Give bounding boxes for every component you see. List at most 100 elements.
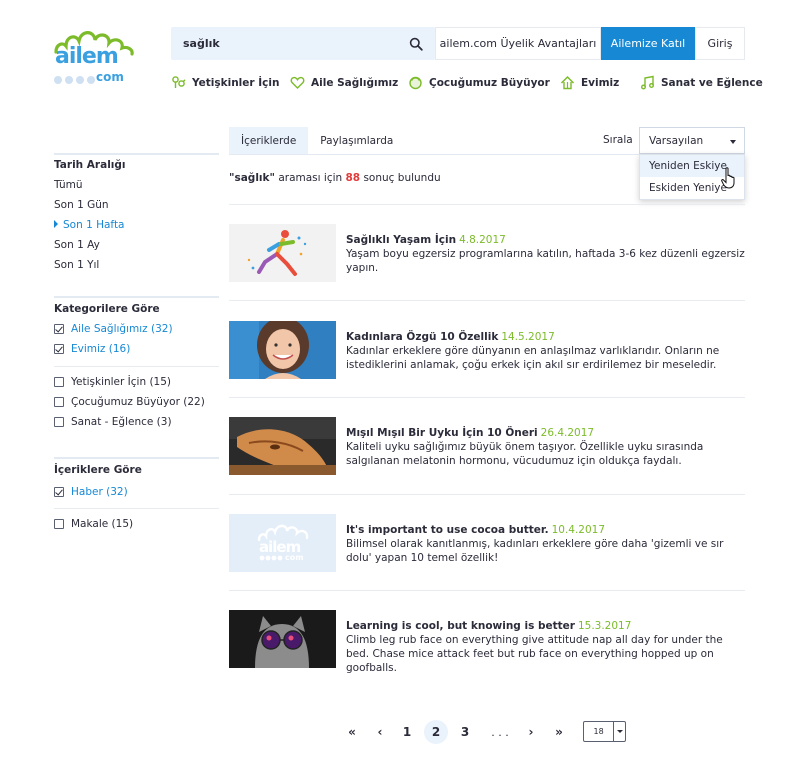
first-page-button[interactable]: « bbox=[340, 720, 364, 744]
result-count: "sağlık" araması için 88 sonuç bulundu bbox=[229, 172, 441, 184]
page-button-2[interactable]: 2 bbox=[424, 720, 448, 744]
item-divider bbox=[229, 494, 745, 495]
content-news[interactable]: Haber (32) bbox=[54, 486, 128, 498]
result-title-text: Mışıl Mışıl Bir Uyku İçin 10 Öneri bbox=[346, 427, 538, 439]
date-filter-1-day[interactable]: Son 1 Gün bbox=[54, 199, 109, 211]
sort-select[interactable]: Varsayılan bbox=[639, 127, 745, 154]
date-filter-1-year[interactable]: Son 1 Yıl bbox=[54, 259, 99, 271]
nav-label: Yetişkinler İçin bbox=[192, 76, 280, 89]
date-filter-1-month[interactable]: Son 1 Ay bbox=[54, 239, 100, 251]
checkbox-label: Çocuğumuz Büyüyor (22) bbox=[71, 396, 205, 408]
join-button[interactable]: Ailemize Katıl bbox=[601, 27, 695, 60]
result-item[interactable]: ailem com It's important to use cocoa bu… bbox=[229, 514, 745, 574]
nav-label: Sanat ve Eğlence bbox=[661, 76, 763, 89]
checkbox[interactable] bbox=[54, 324, 64, 334]
category-adults[interactable]: Yetişkinler İçin (15) bbox=[54, 376, 171, 388]
content-filter-title: İçeriklere Göre bbox=[54, 464, 142, 476]
membership-advantages-button[interactable]: ailem.com Üyelik Avantajları bbox=[435, 27, 601, 60]
sidebar-divider bbox=[54, 296, 219, 298]
checkbox-label: Evimiz (16) bbox=[71, 343, 131, 355]
result-item[interactable]: Sağlıklı Yaşam İçin 4.8.2017 Yaşam boyu e… bbox=[229, 224, 745, 284]
date-filter-label: Son 1 Hafta bbox=[63, 219, 125, 231]
page-button-3[interactable]: 3 bbox=[453, 720, 477, 744]
checkbox[interactable] bbox=[54, 487, 64, 497]
checkbox-label: Haber (32) bbox=[71, 486, 128, 498]
results-divider bbox=[229, 204, 745, 205]
nav-item-art-entertainment[interactable]: Sanat ve Eğlence bbox=[640, 75, 763, 90]
result-thumbnail[interactable] bbox=[229, 321, 336, 379]
result-title[interactable]: Mışıl Mışıl Bir Uyku İçin 10 Öneri 26.4.2… bbox=[346, 427, 594, 439]
per-page-select[interactable]: 18 bbox=[583, 721, 626, 742]
checkbox-label: Yetişkinler İçin (15) bbox=[71, 376, 172, 388]
checkbox-label: Aile Sağlığımız (32) bbox=[71, 323, 173, 335]
result-date: 4.8.2017 bbox=[459, 234, 506, 246]
result-description: Kadınlar erkeklere göre dünyanın en anla… bbox=[346, 345, 720, 371]
prev-page-button[interactable]: ‹ bbox=[368, 720, 392, 744]
tab-contents[interactable]: İçeriklerde bbox=[229, 127, 309, 154]
item-divider bbox=[229, 590, 745, 591]
site-logo[interactable]: ailem com bbox=[54, 28, 134, 88]
checkbox[interactable] bbox=[54, 377, 64, 387]
result-item[interactable]: Kadınlara Özgü 10 Özellik 14.5.2017 Kadın… bbox=[229, 321, 745, 381]
page-ellipsis: . . . bbox=[491, 725, 509, 739]
placeholder-logo-subtext: com bbox=[285, 553, 304, 562]
date-filter-all[interactable]: Tümü bbox=[54, 179, 83, 191]
adults-icon bbox=[172, 76, 186, 88]
result-date: 15.3.2017 bbox=[577, 620, 632, 632]
result-thumbnail[interactable] bbox=[229, 610, 336, 668]
hand-cursor-icon bbox=[721, 167, 735, 189]
category-family-health[interactable]: Aile Sağlığımız (32) bbox=[54, 323, 173, 335]
checkbox[interactable] bbox=[54, 519, 64, 529]
chevron-down-icon bbox=[613, 722, 625, 741]
main-nav: Yetişkinler İçin Aile Sağlığımız Çocuğum… bbox=[170, 75, 763, 93]
sort-label: Sırala bbox=[603, 134, 633, 146]
result-thumbnail[interactable] bbox=[229, 224, 336, 282]
cat-with-glasses-image-icon bbox=[229, 610, 336, 668]
search-icon[interactable] bbox=[409, 37, 423, 51]
result-title[interactable]: It's important to use cocoa butter. 10.4.… bbox=[346, 524, 605, 536]
item-divider bbox=[229, 397, 745, 398]
result-description: Climb leg rub face on everything give at… bbox=[346, 634, 723, 674]
result-item[interactable]: Learning is cool, but knowing is better 1… bbox=[229, 610, 745, 674]
next-page-button[interactable]: › bbox=[519, 720, 543, 744]
category-art-entertainment[interactable]: Sanat - Eğlence (3) bbox=[54, 416, 172, 428]
nav-item-child-growing[interactable]: Çocuğumuz Büyüyor bbox=[408, 75, 550, 90]
runner-image-icon bbox=[229, 224, 336, 282]
sidebar-divider bbox=[54, 457, 219, 459]
search-input[interactable]: sağlık bbox=[183, 37, 409, 50]
result-title-text: Sağlıklı Yaşam İçin bbox=[346, 234, 457, 246]
sort-selected-value: Varsayılan bbox=[649, 134, 704, 147]
sidebar-divider bbox=[54, 153, 219, 155]
result-title[interactable]: Sağlıklı Yaşam İçin 4.8.2017 bbox=[346, 234, 506, 246]
result-query: "sağlık" bbox=[229, 172, 275, 184]
result-date: 14.5.2017 bbox=[501, 331, 555, 343]
category-child-growing[interactable]: Çocuğumuz Büyüyor (22) bbox=[54, 396, 205, 408]
checkbox[interactable] bbox=[54, 344, 64, 354]
content-article[interactable]: Makale (15) bbox=[54, 518, 133, 530]
nav-item-family-health[interactable]: Aile Sağlığımız bbox=[290, 75, 398, 90]
caret-right-icon bbox=[54, 220, 58, 228]
checkbox[interactable] bbox=[54, 417, 64, 427]
nav-item-home[interactable]: Evimiz bbox=[560, 75, 619, 90]
nav-label: Aile Sağlığımız bbox=[311, 76, 399, 89]
result-thumbnail[interactable] bbox=[229, 417, 336, 475]
heart-icon bbox=[290, 76, 305, 89]
result-title-text: Learning is cool, but knowing is better bbox=[346, 620, 575, 632]
category-home[interactable]: Evimiz (16) bbox=[54, 343, 130, 355]
per-page-value: 18 bbox=[593, 727, 604, 736]
checkbox[interactable] bbox=[54, 397, 64, 407]
result-title[interactable]: Kadınlara Özgü 10 Özellik 14.5.2017 bbox=[346, 331, 555, 343]
last-page-button[interactable]: » bbox=[547, 720, 571, 744]
result-item[interactable]: Mışıl Mışıl Bir Uyku İçin 10 Öneri 26.4.2… bbox=[229, 417, 745, 477]
result-title-text: Kadınlara Özgü 10 Özellik bbox=[346, 331, 499, 343]
child-icon bbox=[409, 76, 422, 90]
login-button[interactable]: Giriş bbox=[695, 27, 745, 60]
result-thumbnail[interactable]: ailem com bbox=[229, 514, 336, 572]
tab-shares[interactable]: Paylaşımlarda bbox=[308, 127, 405, 154]
search-box[interactable]: sağlık bbox=[171, 27, 435, 60]
page-button-1[interactable]: 1 bbox=[395, 720, 419, 744]
date-filter-1-week[interactable]: Son 1 Hafta bbox=[54, 219, 125, 231]
result-title[interactable]: Learning is cool, but knowing is better 1… bbox=[346, 620, 631, 632]
woman-portrait-image-icon bbox=[229, 321, 336, 379]
nav-item-adults[interactable]: Yetişkinler İçin bbox=[171, 75, 279, 90]
